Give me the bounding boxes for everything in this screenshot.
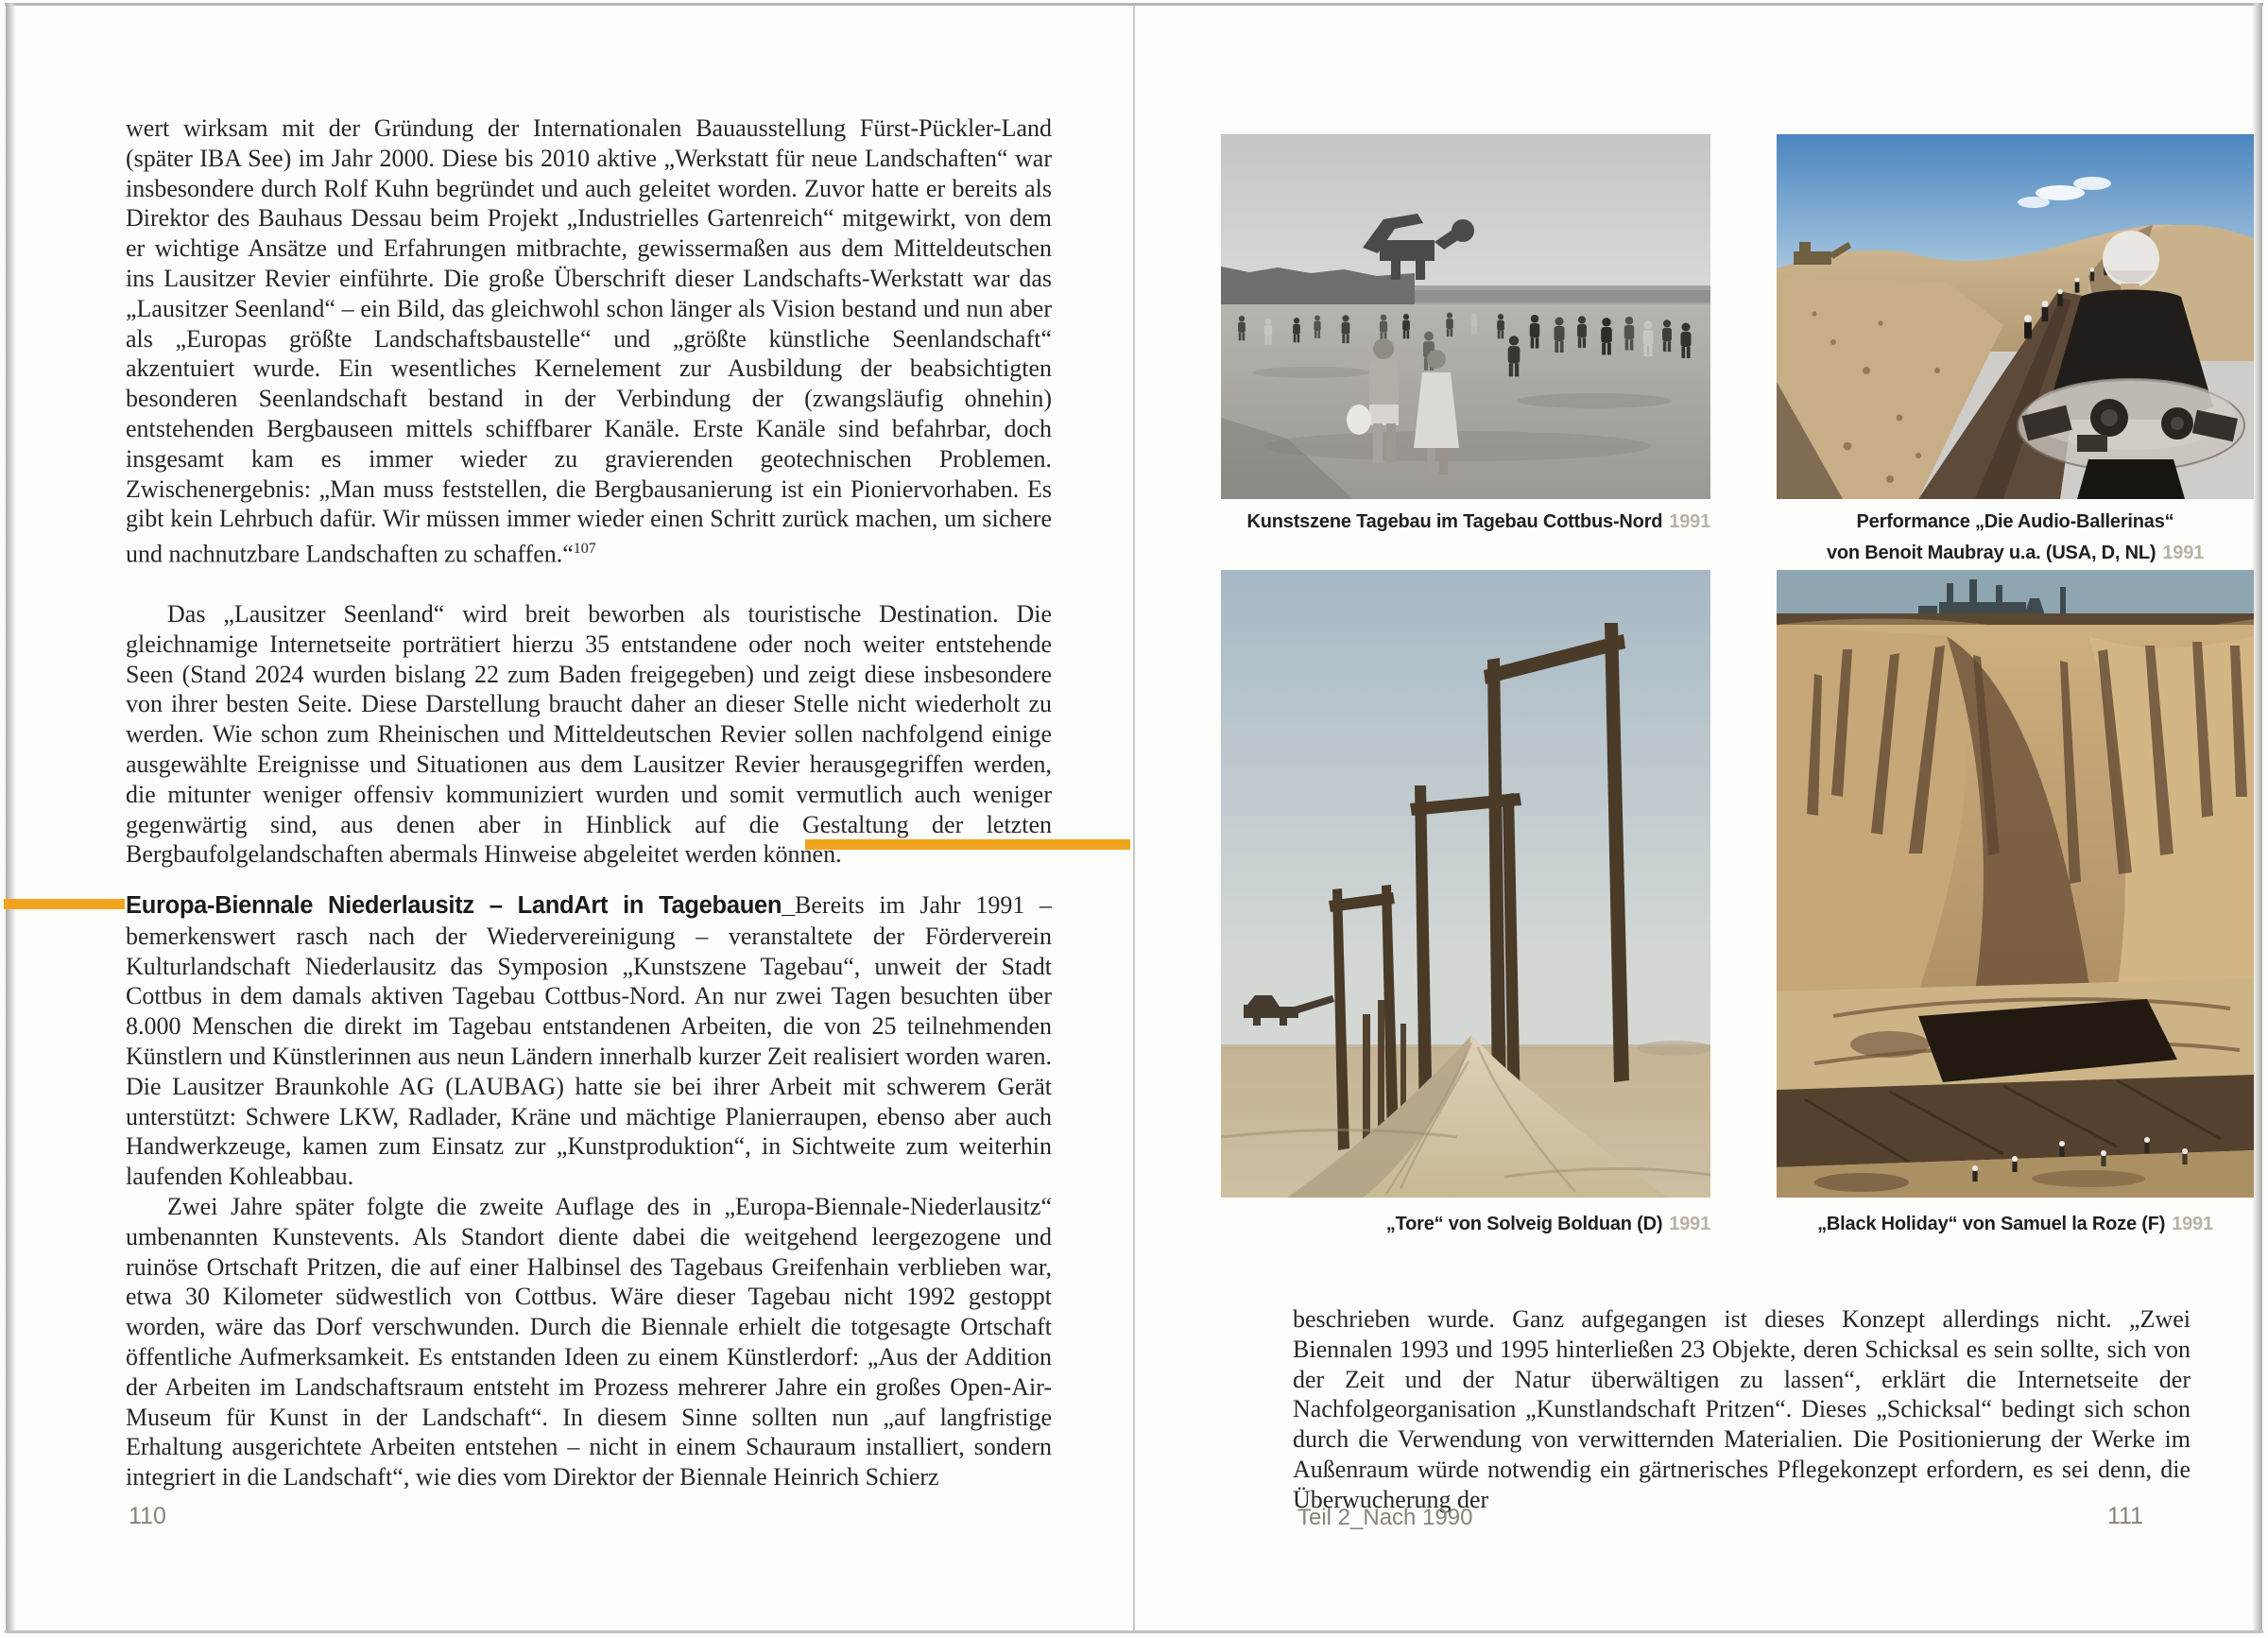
page-edge-bottom <box>5 1630 2263 1633</box>
photo-tore-bolduan <box>1221 570 1710 1198</box>
running-footer: Teil 2_Nach 1990 <box>1297 1505 1472 1531</box>
caption-year: 1991 <box>1669 511 1710 532</box>
caption-year: 1991 <box>2162 543 2204 563</box>
book-spread: wert wirksam mit der Gründung der Intern… <box>0 0 2268 1638</box>
performer-in-mine-illustration <box>1777 134 2254 499</box>
bw-crowd-photo-illustration <box>1221 134 1710 499</box>
caption-text: von Benoit Maubray u.a. (USA, D, NL) <box>1827 543 2156 563</box>
caption-photo1: Kunstszene Tagebau im Tagebau Cottbus-No… <box>1221 507 1710 538</box>
caption-year: 1991 <box>2172 1214 2213 1234</box>
photo-black-holiday <box>1777 570 2254 1198</box>
mine-landscape-illustration <box>1777 570 2254 1198</box>
section-heading: Europa-Biennale Niederlausitz – LandArt … <box>126 892 795 919</box>
photo-audio-ballerinas <box>1777 134 2254 499</box>
body-paragraph: Zwei Jahre später folgte die zweite Aufl… <box>126 1192 1052 1492</box>
caption-photo2: Performance „Die Audio-Ballerinas“ von B… <box>1777 507 2254 569</box>
body-paragraph: beschrieben wurde. Ganz aufgegangen ist … <box>1293 1304 2191 1515</box>
wooden-gates-illustration <box>1221 570 1710 1198</box>
paragraph-text: wert wirksam mit der Gründung der Intern… <box>126 114 1052 568</box>
body-paragraph: Das „Lausitzer Seenland“ wird breit bewo… <box>126 599 1052 870</box>
paragraph-block-2: Das „Lausitzer Seenland“ wird breit bewo… <box>126 599 1052 870</box>
caption-photo4: „Black Holiday“ von Samuel la Roze (F) 19… <box>1777 1209 2254 1240</box>
paragraph-block-1: wert wirksam mit der Gründung der Intern… <box>126 113 1052 570</box>
caption-photo3: „Tore“ von Solveig Bolduan (D) 1991 <box>1221 1209 1710 1240</box>
section-block: Europa-Biennale Niederlausitz – LandArt … <box>126 890 1052 1492</box>
accent-rule-right <box>805 839 1130 850</box>
caption-text: Kunstszene Tagebau im Tagebau Cottbus-No… <box>1247 511 1663 532</box>
page-gutter <box>1133 6 1135 1630</box>
caption-year: 1991 <box>1669 1214 1710 1234</box>
photo-kunstszene-tagebau <box>1221 134 1710 499</box>
caption-text-line1: Performance „Die Audio-Ballerinas“ <box>1777 507 2254 538</box>
page-edge-left <box>6 3 16 1630</box>
body-paragraph: wert wirksam mit der Gründung der Intern… <box>126 113 1052 570</box>
page-number-left: 110 <box>129 1503 166 1530</box>
accent-rule-heading <box>4 899 125 909</box>
caption-text-line2: von Benoit Maubray u.a. (USA, D, NL) 1991 <box>1777 538 2254 569</box>
footnote-ref: 107 <box>574 541 596 557</box>
page-number-right: 111 <box>2049 1503 2143 1530</box>
paragraph-block-right: beschrieben wurde. Ganz aufgegangen ist … <box>1293 1304 2191 1515</box>
caption-text: „Black Holiday“ von Samuel la Roze (F) <box>1817 1214 2165 1234</box>
caption-text: „Tore“ von Solveig Bolduan (D) <box>1386 1214 1663 1234</box>
paragraph-text: Bereits im Jahr 1991 – bemerkenswert ras… <box>126 891 1052 1190</box>
section-paragraph: Europa-Biennale Niederlausitz – LandArt … <box>126 890 1052 1192</box>
